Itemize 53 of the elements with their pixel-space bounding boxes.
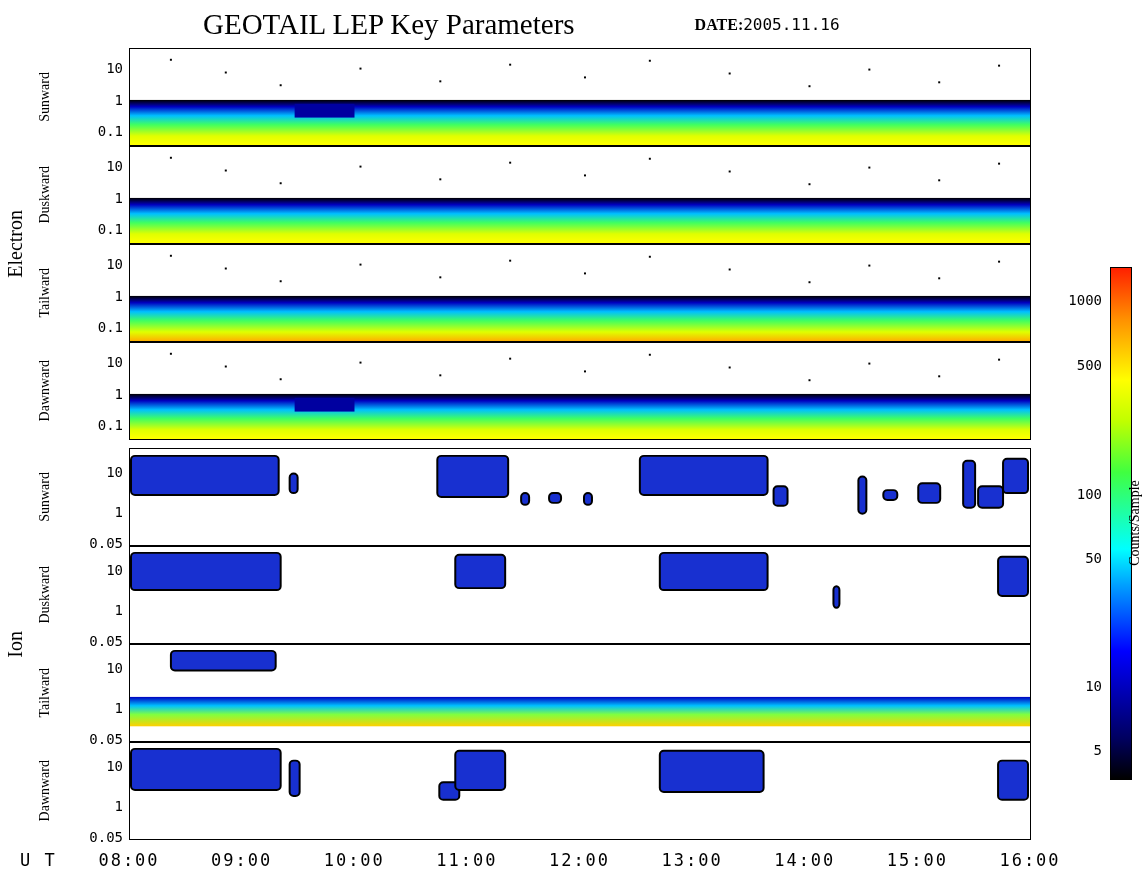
chart-title: GEOTAIL LEP Key Parameters bbox=[203, 7, 575, 41]
y-tick-label: 0.05 bbox=[89, 633, 123, 649]
y-tick-label: 1 bbox=[114, 386, 123, 402]
x-tick-label: 11:00 bbox=[436, 850, 498, 870]
panel-label: Duskward bbox=[37, 566, 53, 624]
colorbar-tick-label: 5 bbox=[1093, 742, 1102, 758]
y-tick-label: 10 bbox=[106, 354, 123, 370]
y-tick-label: 1 bbox=[114, 504, 123, 520]
panel-label: Tailward bbox=[37, 268, 53, 318]
y-tick-label: 10 bbox=[106, 464, 123, 480]
y-tick-label: 0.05 bbox=[89, 535, 123, 551]
y-tick-label: 1 bbox=[114, 602, 123, 618]
x-tick-label: 10:00 bbox=[323, 850, 385, 870]
colorbar-tick-label: 100 bbox=[1076, 486, 1102, 502]
panel-label: Sunward bbox=[37, 472, 53, 522]
y-tick-label: 0.1 bbox=[97, 319, 123, 335]
y-tick-label: 1 bbox=[114, 190, 123, 206]
y-tick-label: 10 bbox=[106, 256, 123, 272]
x-tick-label: 09:00 bbox=[211, 850, 273, 870]
y-tick-label: 1 bbox=[114, 700, 123, 716]
x-tick-label: 13:00 bbox=[661, 850, 723, 870]
panel-label: Sunward bbox=[37, 72, 53, 122]
date-label: DATE:2005.11.16 bbox=[694, 14, 840, 34]
colorbar-label: Counts/Sample bbox=[1127, 480, 1142, 566]
y-tick-label: 10 bbox=[106, 660, 123, 676]
y-tick-label: 10 bbox=[106, 562, 123, 578]
panel-label: Duskward bbox=[37, 166, 53, 224]
y-tick-label: 0.1 bbox=[97, 221, 123, 237]
x-tick-label: 16:00 bbox=[999, 850, 1061, 870]
x-tick-label: 15:00 bbox=[886, 850, 948, 870]
panel-label: Dawnward bbox=[37, 760, 53, 822]
y-tick-label: 1 bbox=[114, 798, 123, 814]
panel-label: Dawnward bbox=[37, 360, 53, 422]
y-tick-label: 10 bbox=[106, 60, 123, 76]
y-tick-label: 0.1 bbox=[97, 123, 123, 139]
x-tick-label: 12:00 bbox=[548, 850, 611, 870]
x-axis-label: U T bbox=[20, 850, 57, 870]
y-tick-label: 0.05 bbox=[89, 829, 123, 845]
y-tick-label: 1 bbox=[114, 288, 123, 304]
y-tick-label: 10 bbox=[106, 758, 123, 774]
y-tick-label: 10 bbox=[106, 158, 123, 174]
colorbar-tick-label: 10 bbox=[1085, 678, 1102, 694]
y-tick-label: 0.05 bbox=[89, 731, 123, 747]
y-tick-label: 0.1 bbox=[97, 417, 123, 433]
colorbar-tick-label: 50 bbox=[1085, 550, 1102, 566]
colorbar-tick-label: 500 bbox=[1076, 357, 1102, 373]
panel-label: Tailward bbox=[37, 668, 53, 718]
group-label: Electron bbox=[3, 210, 27, 278]
x-tick-label: 14:00 bbox=[774, 850, 836, 870]
y-tick-label: 1 bbox=[114, 92, 123, 108]
colorbar-tick-label: 1000 bbox=[1068, 292, 1102, 308]
group-label: Ion bbox=[3, 630, 27, 658]
x-tick-label: 08:00 bbox=[98, 850, 160, 870]
